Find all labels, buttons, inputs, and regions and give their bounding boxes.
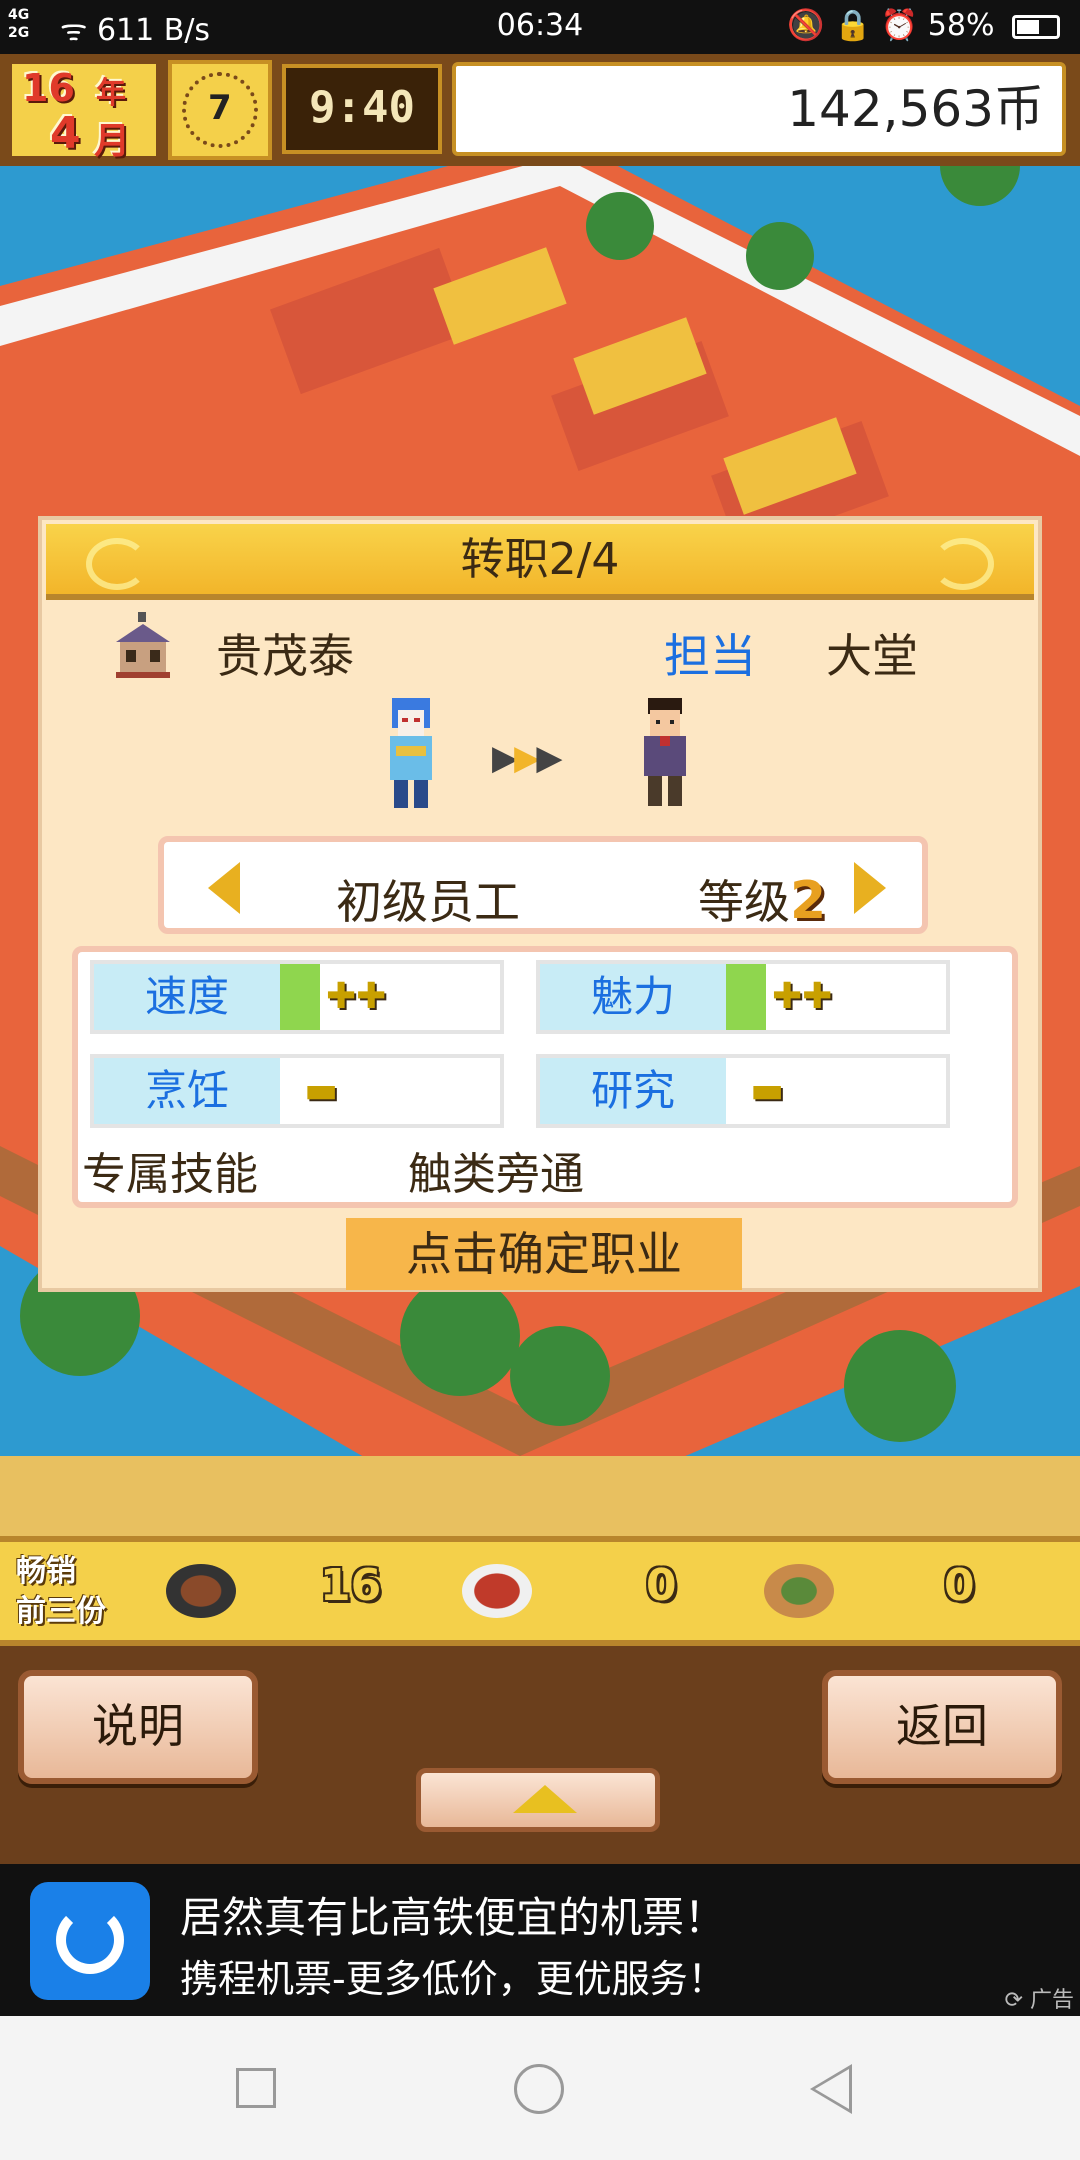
- year-value: 16: [22, 66, 75, 110]
- stat-label: 烹饪: [94, 1058, 280, 1124]
- dish-count: 16: [320, 1560, 382, 1611]
- status-time: 06:34: [496, 8, 584, 43]
- next-job-arrow-icon[interactable]: [854, 862, 886, 914]
- date-display: 16 年 4 月: [8, 60, 160, 162]
- prev-job-arrow-icon[interactable]: [208, 862, 240, 914]
- status-bar: 4G 2G ᯤ 611 B/s 06:34 🔕 🔒 ⏰ 58%: [0, 0, 1080, 54]
- dialog-title: 转职2/4: [460, 534, 620, 585]
- expand-menu-button[interactable]: [416, 1768, 660, 1832]
- bestseller-label-line2: 前三份: [16, 1594, 106, 1629]
- month-value: 4: [50, 108, 81, 159]
- net-speed-text: 611 B/s: [96, 13, 211, 48]
- lock-icon: 🔒: [833, 8, 872, 43]
- system-nav-bar: [0, 2016, 1080, 2160]
- stat-label: 研究: [540, 1058, 726, 1124]
- current-character-sprite: [390, 698, 432, 808]
- stat-bar: [280, 964, 320, 1030]
- ad-subtitle[interactable]: 携程机票-更多低价，更优服务！: [180, 1948, 726, 2003]
- stat-value: ▬: [304, 1070, 339, 1111]
- ad-banner[interactable]: 居然真有比高铁便宜的机票！ 携程机票-更多低价，更优服务！ ⟳ 广告: [0, 1864, 1080, 2016]
- job-selector: 初级员工 等级2: [158, 836, 928, 934]
- clock-icon: 7: [168, 60, 272, 160]
- dish-count: 0: [944, 1560, 975, 1611]
- new-character-sprite: [644, 698, 686, 806]
- recents-button-icon[interactable]: [236, 2068, 276, 2108]
- status-right: 🔕 🔒 ⏰ 58%: [787, 8, 1060, 43]
- skill-value: 触类旁通: [408, 1149, 584, 1200]
- battery-icon: [1012, 14, 1060, 39]
- skill-label: 专属技能: [82, 1149, 258, 1200]
- stat-bar: [726, 964, 766, 1030]
- home-button-icon[interactable]: [514, 2064, 564, 2114]
- bestseller-label-line1: 畅销: [16, 1554, 76, 1589]
- department-house-icon: [116, 612, 170, 678]
- ad-tag-text: 广告: [1029, 1988, 1074, 2013]
- stat-label: 魅力: [540, 964, 726, 1030]
- ad-mark-icon: ⟳: [1004, 1988, 1023, 2013]
- stat-speed: 速度 ✚✚: [90, 960, 504, 1034]
- help-button[interactable]: 说明: [18, 1670, 258, 1784]
- dialog-title-bar: 转职2/4: [46, 524, 1034, 600]
- job-change-dialog: 转职2/4 贵茂泰 担当 大堂 ▶▶▶ 初级员工 等级2 速度 ✚✚ 魅力 ✚✚…: [38, 516, 1042, 1292]
- ad-tag: ⟳ 广告: [1005, 1982, 1074, 2014]
- stat-research: 研究 ▬: [536, 1054, 950, 1128]
- stat-value: ▬: [750, 1070, 785, 1111]
- grade-value: 2: [790, 871, 827, 931]
- transform-arrows: ▶▶▶: [492, 738, 562, 778]
- net-speed: ᯤ 611 B/s: [60, 8, 210, 49]
- stat-label: 速度: [94, 964, 280, 1030]
- grade-label: 等级: [698, 875, 790, 929]
- bottom-toolbar: 说明 返回: [0, 1646, 1080, 1864]
- bestseller-bar: 畅销 前三份 16 0 0: [0, 1536, 1080, 1646]
- basket-dish-icon: [764, 1564, 834, 1618]
- department-name: 大堂: [826, 629, 918, 683]
- clock-hour: 7: [208, 88, 232, 128]
- stat-charm: 魅力 ✚✚: [536, 960, 950, 1034]
- job-name: 初级员工: [336, 875, 520, 929]
- up-arrow-icon: [513, 1785, 577, 1813]
- bestseller-label: 畅销 前三份: [16, 1552, 128, 1632]
- game-time: 9:40: [282, 64, 442, 154]
- wifi-icon: ᯤ: [60, 13, 88, 48]
- assignment-label[interactable]: 担当: [664, 620, 756, 686]
- employee-name: 贵茂泰: [216, 629, 354, 683]
- back-button[interactable]: 返回: [822, 1670, 1062, 1784]
- back-nav-button-icon[interactable]: [810, 2064, 852, 2114]
- stat-value: ✚✚: [326, 976, 387, 1017]
- arrow-icon: ▶: [536, 738, 562, 778]
- arrow-icon: ▶: [514, 738, 540, 778]
- dish-count: 0: [646, 1560, 677, 1611]
- mute-icon: 🔕: [787, 8, 825, 43]
- money-display: 142,563币: [452, 62, 1066, 156]
- year-unit: 年: [96, 76, 126, 111]
- battery-percent: 58%: [927, 8, 995, 43]
- month-unit: 月: [94, 121, 131, 162]
- alarm-icon: ⏰: [880, 8, 919, 43]
- hotpot-dish-icon: [166, 1564, 236, 1618]
- confirm-job-button[interactable]: 点击确定职业: [346, 1218, 742, 1290]
- meat-dish-icon: [462, 1564, 532, 1618]
- signal-indicator: 4G 2G: [8, 7, 30, 41]
- ad-title[interactable]: 居然真有比高铁便宜的机票！: [180, 1884, 726, 1945]
- dolphin-app-icon[interactable]: [30, 1882, 150, 2000]
- job-grade: 等级2: [698, 866, 826, 932]
- stat-value: ✚✚: [772, 976, 833, 1017]
- arrow-icon: ▶: [492, 738, 518, 778]
- stat-cooking: 烹饪 ▬: [90, 1054, 504, 1128]
